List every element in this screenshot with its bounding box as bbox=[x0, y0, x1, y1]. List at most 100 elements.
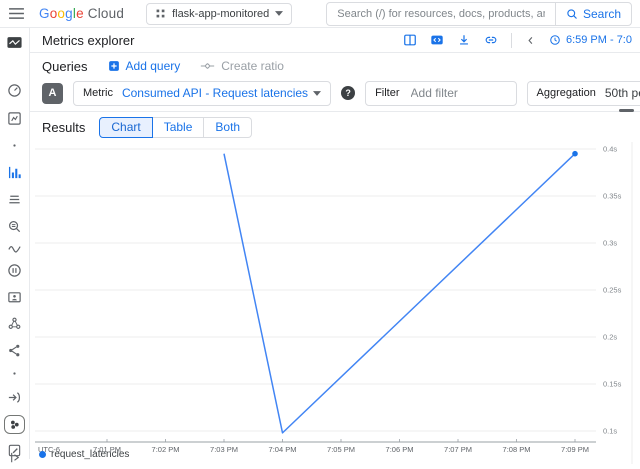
metric-label: Metric bbox=[83, 87, 113, 99]
metric-chip: Metric Consumed API - Request latencies bbox=[73, 81, 331, 106]
time-range-picker[interactable]: 6:59 PM - 7:0 bbox=[549, 34, 632, 46]
dashboard-chart-nav-item[interactable] bbox=[0, 106, 29, 130]
svg-text:7:02 PM: 7:02 PM bbox=[152, 445, 180, 454]
search-button[interactable]: Search bbox=[555, 3, 631, 25]
monitoring-logo-icon bbox=[7, 35, 22, 50]
more-dot-nav-item bbox=[0, 133, 29, 157]
caret-down-icon bbox=[275, 11, 283, 16]
filter-input[interactable] bbox=[409, 85, 507, 101]
svg-text:7:08 PM: 7:08 PM bbox=[503, 445, 531, 454]
project-selector[interactable]: flask-app-monitored bbox=[146, 3, 292, 25]
svg-text:0.25s: 0.25s bbox=[603, 286, 622, 295]
metric-dropdown[interactable]: Consumed API - Request latencies bbox=[122, 86, 321, 100]
link-icon[interactable] bbox=[484, 33, 498, 47]
filter-label: Filter bbox=[375, 87, 399, 99]
bar-chart-icon bbox=[7, 165, 22, 180]
expand-caret-nav-item[interactable] bbox=[0, 445, 29, 469]
view-toggle-table[interactable]: Table bbox=[153, 117, 205, 138]
profiler-icon bbox=[7, 263, 22, 278]
main-content: Metrics explorer 6:59 PM - 7:0 Queries A… bbox=[30, 28, 640, 459]
left-nav-sidebar bbox=[0, 28, 30, 459]
legend-item[interactable]: request_latencies bbox=[39, 449, 129, 460]
bar-chart-nav-item[interactable] bbox=[0, 160, 29, 184]
magnifier-icon bbox=[566, 8, 578, 20]
log-search-icon bbox=[7, 219, 22, 234]
time-range-label: 6:59 PM - 7:0 bbox=[566, 34, 632, 46]
dot-cluster-selected-nav-item[interactable] bbox=[0, 412, 29, 436]
legend-label: request_latencies bbox=[51, 449, 129, 460]
page-header: Metrics explorer 6:59 PM - 7:0 bbox=[30, 28, 640, 53]
aggregation-underline-mark bbox=[619, 109, 634, 112]
more-dot-icon bbox=[7, 366, 22, 381]
svg-text:0.15s: 0.15s bbox=[603, 380, 622, 389]
legend-color-dot bbox=[39, 451, 46, 458]
aggregation-group: Aggregation 50th percentile bbox=[527, 81, 640, 106]
stacked-list-nav-item[interactable] bbox=[0, 187, 29, 211]
top-bar: Google Cloud flask-app-monitored Search bbox=[0, 0, 640, 28]
help-icon[interactable]: ? bbox=[341, 86, 355, 100]
node-cluster-icon bbox=[7, 316, 22, 331]
svg-text:0.3s: 0.3s bbox=[603, 239, 617, 248]
clock-icon bbox=[549, 34, 561, 46]
wave-nav-item[interactable] bbox=[0, 236, 29, 260]
svg-text:0.2s: 0.2s bbox=[603, 333, 617, 342]
logo-cloud-text: Cloud bbox=[88, 6, 124, 21]
view-toggle-both[interactable]: Both bbox=[204, 117, 252, 138]
view-toggle-chart[interactable]: Chart bbox=[99, 117, 152, 138]
svg-text:7:06 PM: 7:06 PM bbox=[386, 445, 414, 454]
query-builder-row: A Metric Consumed API - Request latencie… bbox=[30, 77, 640, 109]
aggregation-chip: Aggregation 50th percentile bbox=[527, 81, 640, 106]
more-dot-nav-item bbox=[0, 361, 29, 385]
queries-bar: Queries Add query Create ratio bbox=[30, 53, 640, 77]
sign-in-arrow-icon bbox=[7, 390, 22, 405]
svg-text:7:04 PM: 7:04 PM bbox=[269, 445, 297, 454]
latency-chart[interactable]: 0.4s0.35s0.3s0.25s0.2s0.15s0.1s7:01 PM7:… bbox=[30, 142, 639, 464]
aggregation-label: Aggregation bbox=[537, 87, 596, 99]
hamburger-menu-icon[interactable] bbox=[8, 7, 25, 20]
svg-text:0.1s: 0.1s bbox=[603, 427, 617, 436]
dashboard-chart-icon bbox=[7, 111, 22, 126]
aggregation-dropdown[interactable]: 50th percentile bbox=[605, 86, 640, 100]
divider bbox=[511, 33, 512, 48]
project-grid-icon bbox=[155, 8, 166, 19]
results-title: Results bbox=[42, 120, 85, 135]
aggregation-value: 50th percentile bbox=[605, 86, 640, 100]
code-block-icon[interactable] bbox=[430, 33, 444, 47]
expand-caret-icon bbox=[7, 450, 22, 465]
sign-in-arrow-nav-item[interactable] bbox=[0, 385, 29, 409]
chevron-left-icon[interactable] bbox=[525, 35, 536, 46]
node-cluster-nav-item[interactable] bbox=[0, 311, 29, 335]
create-ratio-label: Create ratio bbox=[221, 59, 284, 73]
header-actions: 6:59 PM - 7:0 bbox=[403, 33, 632, 48]
project-name: flask-app-monitored bbox=[172, 8, 269, 20]
page-title: Metrics explorer bbox=[42, 33, 134, 48]
monitoring-logo-nav-item[interactable] bbox=[0, 30, 29, 54]
google-cloud-logo: Google Cloud bbox=[39, 6, 124, 21]
profiler-nav-item[interactable] bbox=[0, 258, 29, 282]
svg-text:7:03 PM: 7:03 PM bbox=[210, 445, 238, 454]
stacked-list-icon bbox=[7, 192, 22, 207]
log-search-nav-item[interactable] bbox=[0, 214, 29, 238]
search-input[interactable] bbox=[327, 8, 555, 20]
add-query-button[interactable]: Add query bbox=[108, 59, 181, 73]
svg-text:0.4s: 0.4s bbox=[603, 145, 617, 154]
svg-text:7:05 PM: 7:05 PM bbox=[327, 445, 355, 454]
reader-icon[interactable] bbox=[403, 33, 417, 47]
speedometer-nav-item[interactable] bbox=[0, 78, 29, 102]
screen-user-nav-item[interactable] bbox=[0, 285, 29, 309]
create-ratio-button[interactable]: Create ratio bbox=[200, 59, 284, 73]
view-toggle-group: ChartTableBoth bbox=[99, 117, 252, 138]
search-button-label: Search bbox=[583, 7, 621, 21]
download-icon[interactable] bbox=[457, 33, 471, 47]
metric-value: Consumed API - Request latencies bbox=[122, 86, 308, 100]
plus-box-icon bbox=[108, 60, 120, 72]
ratio-icon bbox=[200, 61, 215, 71]
speedometer-icon bbox=[7, 83, 22, 98]
more-dot-icon bbox=[7, 138, 22, 153]
query-letter-badge: A bbox=[42, 83, 63, 104]
svg-text:7:07 PM: 7:07 PM bbox=[444, 445, 472, 454]
svg-text:0.35s: 0.35s bbox=[603, 192, 622, 201]
screen-user-icon bbox=[7, 290, 22, 305]
share-graph-nav-item[interactable] bbox=[0, 338, 29, 362]
filter-chip: Filter bbox=[365, 81, 516, 106]
